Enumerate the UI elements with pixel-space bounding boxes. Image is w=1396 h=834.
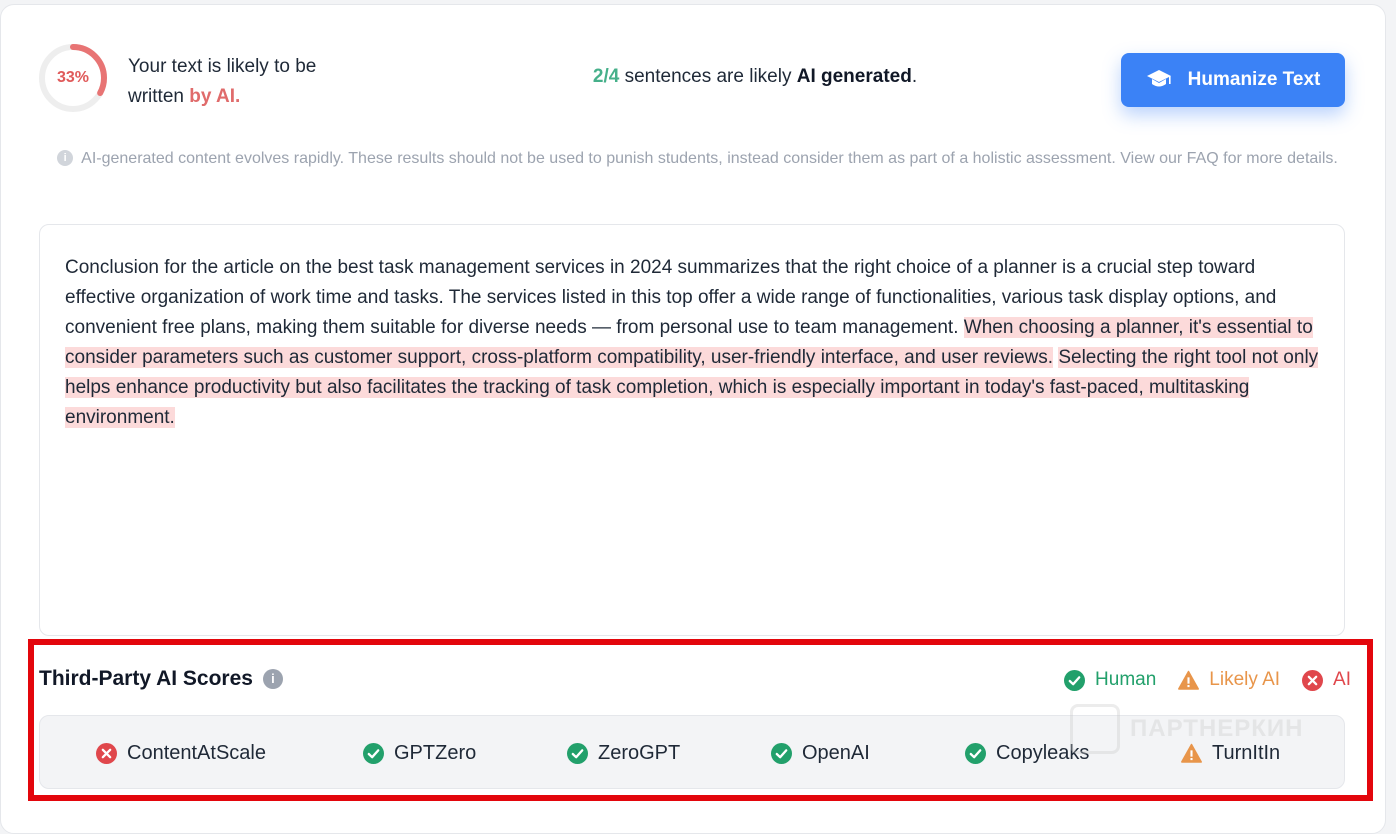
legend-ai: AI bbox=[1302, 669, 1351, 691]
score-name: GPTZero bbox=[394, 741, 477, 764]
likely-by-ai: by AI. bbox=[189, 86, 241, 107]
disclaimer: i AI-generated content evolves rapidly. T… bbox=[50, 146, 1345, 171]
legend-human-label: Human bbox=[1095, 669, 1157, 690]
info-icon[interactable]: i bbox=[262, 669, 283, 689]
x-circle-icon bbox=[96, 742, 117, 764]
info-icon: i bbox=[57, 150, 74, 166]
sentences-ai-generated: AI generated bbox=[796, 66, 912, 87]
analyzed-text-box[interactable]: Conclusion for the article on the best t… bbox=[39, 224, 1345, 636]
legend-human: Human bbox=[1064, 669, 1156, 691]
score-openai: OpenAI bbox=[771, 716, 870, 790]
legend-likely-ai-label: Likely AI bbox=[1209, 669, 1281, 690]
warning-triangle-icon bbox=[1178, 670, 1200, 690]
third-party-title-text: Third-Party AI Scores bbox=[39, 667, 253, 690]
graduation-cap-icon bbox=[1146, 70, 1171, 87]
legend-likely-ai: Likely AI bbox=[1178, 669, 1280, 691]
disclaimer-text: AI-generated content evolves rapidly. Th… bbox=[81, 150, 1338, 167]
score-name: OpenAI bbox=[802, 741, 870, 764]
watermark: ПАРТНЕРКИН bbox=[1070, 704, 1304, 754]
x-circle-icon bbox=[1302, 669, 1324, 691]
check-circle-icon bbox=[965, 742, 986, 764]
check-circle-icon bbox=[771, 742, 792, 764]
sentences-summary: 2/4 sentences are likely AI generated. bbox=[520, 66, 990, 88]
score-zerogpt: ZeroGPT bbox=[567, 716, 680, 790]
sentences-mid: sentences are likely bbox=[619, 66, 797, 87]
humanize-label: Humanize Text bbox=[1187, 69, 1321, 90]
ai-score-gauge: 33% bbox=[38, 43, 108, 113]
score-contentatscale: ContentAtScale bbox=[96, 716, 266, 790]
gauge-percent: 33% bbox=[56, 69, 90, 86]
legend-ai-label: AI bbox=[1333, 669, 1351, 690]
humanize-text-button[interactable]: Humanize Text bbox=[1121, 53, 1345, 107]
check-circle-icon bbox=[567, 742, 588, 764]
check-circle-icon bbox=[363, 742, 384, 764]
score-legend: Human Likely AI AI bbox=[1064, 669, 1351, 691]
sentences-count: 2/4 bbox=[592, 66, 620, 87]
score-gptzero: GPTZero bbox=[363, 716, 476, 790]
score-name: ContentAtScale bbox=[127, 741, 266, 764]
third-party-title: Third-Party AI Scores i bbox=[39, 667, 283, 691]
watermark-text: ПАРТНЕРКИН bbox=[1130, 715, 1304, 742]
likely-written-text: Your text is likely to be written by AI. bbox=[128, 52, 358, 112]
watermark-logo bbox=[1070, 704, 1120, 754]
sentences-end: . bbox=[911, 66, 918, 87]
score-name: ZeroGPT bbox=[598, 741, 681, 764]
check-circle-icon bbox=[1064, 669, 1086, 691]
